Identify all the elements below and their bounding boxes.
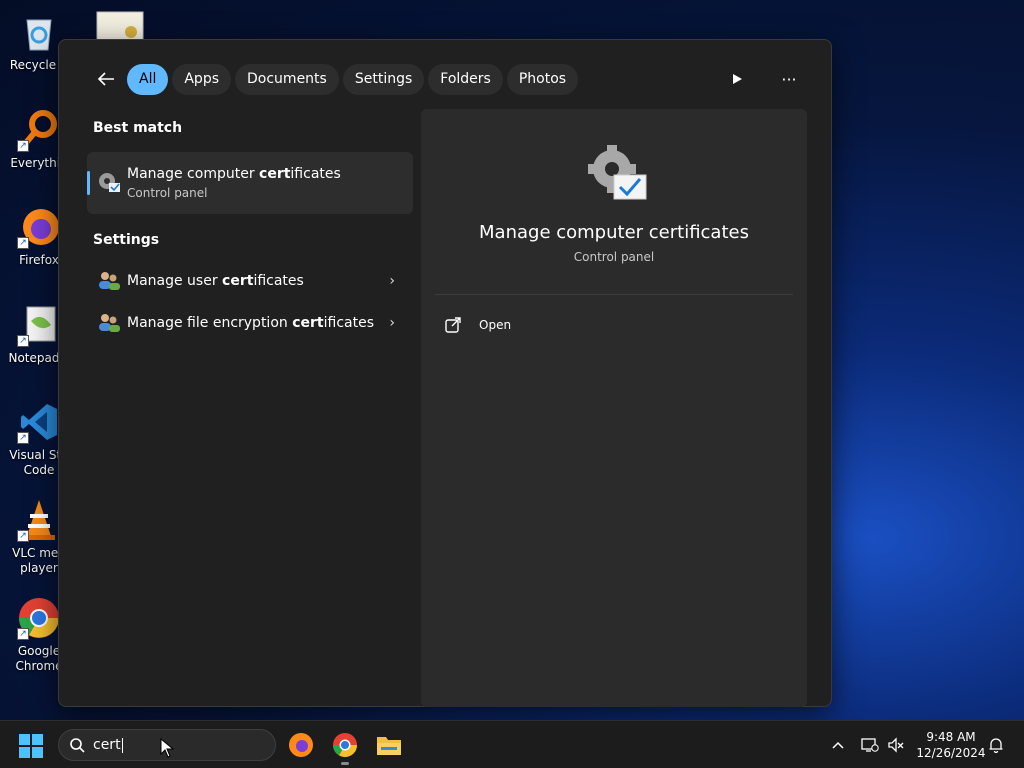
chrome-taskbar-icon[interactable] xyxy=(331,731,359,765)
best-match-heading: Best match xyxy=(93,120,183,136)
chrome-icon: ↗ xyxy=(17,596,61,640)
windows-logo-icon[interactable] xyxy=(18,733,44,759)
chrome-icon xyxy=(333,733,357,758)
settings-heading: Settings xyxy=(93,232,160,248)
preview-divider xyxy=(435,294,793,295)
magnifier-icon: ↗ xyxy=(17,108,61,152)
best-match-item[interactable]: Manage computer certificates Control pan… xyxy=(87,152,413,214)
results-list: Best match Manage computer certificates … xyxy=(87,120,413,344)
file-explorer-icon[interactable] xyxy=(375,731,403,759)
back-button[interactable] xyxy=(89,63,123,95)
preview-pane: Manage computer certificates Control pan… xyxy=(421,109,807,707)
notifications-button[interactable] xyxy=(986,735,1006,755)
text-caret xyxy=(121,737,123,753)
filter-chip-apps[interactable]: Apps xyxy=(172,63,232,95)
shortcut-arrow-icon: ↗ xyxy=(17,237,29,249)
shortcut-arrow-icon: ↗ xyxy=(17,432,29,444)
open-external-icon xyxy=(445,317,461,333)
bell-icon xyxy=(989,738,1003,753)
notepadpp-icon: ↗ xyxy=(17,303,61,347)
preview-title: Manage computer certificates xyxy=(479,222,749,243)
filter-chip-documents[interactable]: Documents xyxy=(235,63,339,95)
filter-toolbar: All Apps Documents Settings Folders Phot… xyxy=(89,63,811,95)
play-icon xyxy=(733,74,742,84)
search-icon xyxy=(70,738,85,753)
result-manage-user-certificates[interactable]: Manage user certificates › xyxy=(87,260,413,302)
filter-chip-all[interactable]: All xyxy=(127,63,169,95)
vscode-icon: ↗ xyxy=(17,400,61,444)
network-status-button[interactable] xyxy=(860,735,880,755)
gear-check-icon xyxy=(588,145,647,200)
vlc-cone-icon: ↗ xyxy=(17,498,61,542)
running-indicator xyxy=(341,762,349,765)
result-label: Manage user certificates xyxy=(127,272,304,289)
network-disconnected-icon xyxy=(861,738,879,752)
chevron-right-icon: › xyxy=(389,315,395,331)
search-query-text: cert xyxy=(93,737,121,753)
shortcut-arrow-icon: ↗ xyxy=(17,335,29,347)
shortcut-arrow-icon: ↗ xyxy=(17,140,29,152)
best-match-subtitle: Control panel xyxy=(127,185,208,200)
more-options-button[interactable]: ··· xyxy=(773,63,805,95)
clock-date: 12/26/2024 xyxy=(916,746,986,760)
filter-chip-photos[interactable]: Photos xyxy=(506,63,579,95)
play-button[interactable] xyxy=(721,63,753,95)
volume-muted-button[interactable] xyxy=(886,735,906,755)
search-panel: All Apps Documents Settings Folders Phot… xyxy=(58,39,832,707)
firefox-taskbar-icon[interactable] xyxy=(287,731,315,759)
selection-indicator xyxy=(87,171,90,195)
chevron-up-icon xyxy=(832,741,844,749)
taskbar: cert 9:48 AM 12/26/2024 xyxy=(0,720,1024,768)
taskbar-clock[interactable]: 9:48 AM 12/26/2024 xyxy=(912,729,990,761)
open-action-label: Open xyxy=(479,318,512,332)
show-hidden-icons-button[interactable] xyxy=(828,735,848,755)
preview-subtitle: Control panel xyxy=(573,250,655,264)
filter-chip-folders[interactable]: Folders xyxy=(428,63,503,95)
gear-check-icon xyxy=(99,173,120,192)
shortcut-arrow-icon: ↗ xyxy=(17,628,29,640)
back-arrow-icon xyxy=(97,72,114,86)
clock-time: 9:48 AM xyxy=(926,730,976,744)
users-icon xyxy=(99,314,120,332)
result-label: Manage file encryption certificates xyxy=(127,314,374,331)
shortcut-arrow-icon: ↗ xyxy=(17,530,29,542)
result-manage-file-encryption-certificates[interactable]: Manage file encryption certificates › xyxy=(87,302,413,344)
open-action[interactable]: Open xyxy=(443,313,511,337)
firefox-icon: ↗ xyxy=(17,205,61,249)
more-icon: ··· xyxy=(781,69,797,89)
mouse-cursor-icon xyxy=(160,738,174,758)
filter-chip-settings[interactable]: Settings xyxy=(342,63,425,95)
users-icon xyxy=(99,272,120,290)
recycle-bin-icon xyxy=(17,10,61,54)
chevron-right-icon: › xyxy=(389,273,395,289)
volume-muted-icon xyxy=(888,737,904,753)
best-match-title: Manage computer certificates xyxy=(127,165,341,182)
